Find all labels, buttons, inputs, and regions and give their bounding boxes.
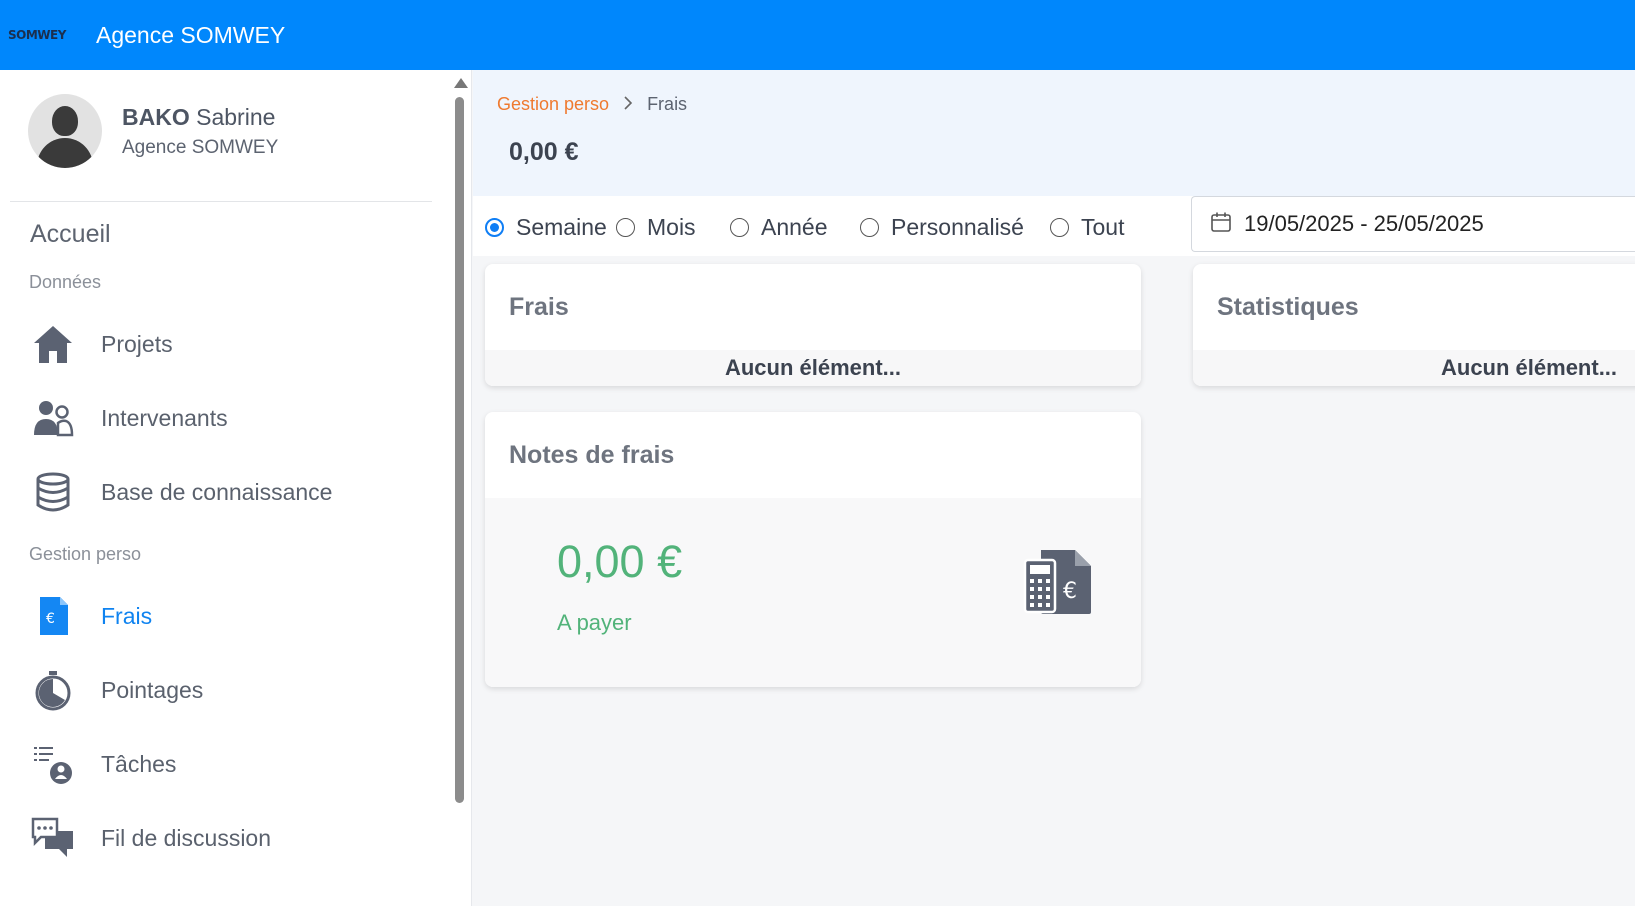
sidebar-item-label: Frais: [101, 602, 153, 629]
date-range-value: 19/05/2025 - 25/05/2025: [1244, 211, 1484, 236]
database-icon: [30, 469, 76, 515]
user-profile[interactable]: BAKO Sabrine Agence SOMWEY: [28, 94, 278, 168]
card-title: Notes de frais: [509, 440, 675, 469]
breadcrumb-link-gestion-perso[interactable]: Gestion perso: [497, 94, 609, 115]
radio-annee[interactable]: Année: [730, 214, 828, 241]
logo-text: SOMWEY: [8, 28, 66, 42]
home-icon: [30, 321, 76, 367]
svg-text:€: €: [1063, 579, 1077, 604]
radio-button[interactable]: [1050, 218, 1069, 237]
radio-label: Année: [761, 214, 828, 240]
sidebar-item-label: Tâches: [101, 750, 177, 777]
radio-semaine[interactable]: Semaine: [485, 214, 607, 241]
radio-button[interactable]: [616, 218, 635, 237]
sidebar-item-fil-de-discussion[interactable]: Fil de discussion: [30, 808, 430, 868]
radio-button[interactable]: [860, 218, 879, 237]
card-title: Frais: [509, 292, 569, 321]
sidebar-scrollbar[interactable]: [452, 72, 468, 906]
notes-de-frais-card[interactable]: Notes de frais 0,00 € A payer €: [485, 412, 1141, 687]
divider: [10, 201, 432, 202]
users-icon: [30, 395, 76, 441]
radio-label: Semaine: [516, 214, 607, 240]
radio-button[interactable]: [730, 218, 749, 237]
breadcrumb-current: Frais: [647, 94, 688, 114]
sidebar: BAKO Sabrine Agence SOMWEY Accueil Donné…: [0, 70, 472, 906]
card-title: Statistiques: [1217, 292, 1359, 321]
task-list-user-icon: [30, 741, 76, 787]
top-bar: SOMWEY Agence SOMWEY: [0, 0, 1635, 70]
stopwatch-icon: [30, 667, 76, 713]
radio-label: Mois: [647, 214, 696, 240]
svg-text:€: €: [46, 611, 55, 627]
sidebar-item-frais[interactable]: € Frais: [30, 586, 430, 646]
calendar-icon: [1210, 211, 1232, 238]
period-filter-bar: Semaine Mois Année Personnalisé Tout 19/…: [473, 196, 1635, 256]
sidebar-item-base-de-connaissance[interactable]: Base de connaissance: [30, 462, 430, 522]
user-name: BAKO Sabrine: [122, 103, 276, 130]
sidebar-item-projets[interactable]: Projets: [30, 314, 430, 374]
expense-document-icon: €: [30, 593, 76, 639]
frais-card: Frais Aucun élément...: [485, 264, 1141, 386]
empty-message: Aucun élément...: [1193, 350, 1635, 386]
scroll-up-arrow-icon[interactable]: [454, 78, 468, 88]
calculator-euro-icon: €: [1023, 548, 1093, 621]
sidebar-item-label: Projets: [101, 330, 173, 357]
app-title: Agence SOMWEY: [96, 21, 286, 48]
statistiques-card: Statistiques Aucun élément...: [1193, 264, 1635, 386]
notes-amount: 0,00 €: [557, 536, 683, 587]
radio-mois[interactable]: Mois: [616, 214, 696, 241]
notes-status: A payer: [557, 610, 632, 635]
chat-bubbles-icon: [30, 815, 76, 861]
date-range-input[interactable]: 19/05/2025 - 25/05/2025: [1191, 196, 1635, 252]
user-agency: Agence SOMWEY: [122, 136, 279, 158]
chevron-right-icon: [623, 94, 633, 115]
sidebar-item-intervenants[interactable]: Intervenants: [30, 388, 430, 448]
page-header: Gestion perso Frais 0,00 €: [473, 70, 1635, 196]
main-content: Gestion perso Frais 0,00 € Semaine Mois …: [473, 70, 1635, 906]
radio-button[interactable]: [485, 218, 504, 237]
scrollbar-thumb[interactable]: [455, 97, 464, 803]
notes-body: 0,00 € A payer €: [485, 498, 1141, 687]
sidebar-item-accueil[interactable]: Accueil: [30, 220, 111, 249]
radio-label: Personnalisé: [891, 214, 1024, 240]
radio-tout[interactable]: Tout: [1050, 214, 1124, 241]
sidebar-item-label: Base de connaissance: [101, 478, 333, 505]
company-logo[interactable]: SOMWEY: [8, 26, 76, 44]
section-label-donnees: Données: [29, 272, 102, 292]
avatar: [28, 94, 102, 168]
radio-label: Tout: [1081, 214, 1125, 240]
sidebar-item-label: Pointages: [101, 676, 204, 703]
total-amount: 0,00 €: [509, 138, 579, 166]
sidebar-item-label: Intervenants: [101, 404, 228, 431]
sidebar-item-pointages[interactable]: Pointages: [30, 660, 430, 720]
sidebar-item-taches[interactable]: Tâches: [30, 734, 430, 794]
breadcrumb: Gestion perso Frais: [497, 94, 687, 115]
empty-message: Aucun élément...: [485, 350, 1141, 386]
sidebar-item-label: Fil de discussion: [101, 824, 272, 851]
section-label-gestion-perso: Gestion perso: [29, 544, 142, 564]
radio-personnalise[interactable]: Personnalisé: [860, 214, 1024, 241]
